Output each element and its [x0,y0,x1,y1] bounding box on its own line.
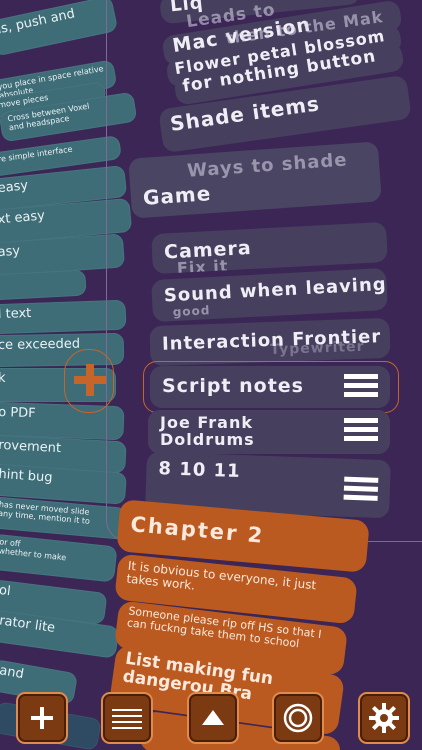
hamburger-icon[interactable] [344,374,378,406]
ghost-label: Ways to shade [186,149,349,182]
target-button[interactable] [272,692,324,744]
card-joe-frank[interactable]: Joe Frank Doldrums [148,410,390,454]
hamburger-icon[interactable] [343,476,379,510]
add-button[interactable] [16,692,68,744]
card-script-notes[interactable]: Script notes [150,366,390,408]
up-button[interactable] [187,692,239,744]
plus-icon [72,362,108,398]
card-joe-frank-label: Joe Frank Doldrums [160,413,255,449]
canvas[interactable]: ls, push and you place in space relative… [0,0,422,750]
bottom-toolbar [0,688,422,750]
card-script-notes-label: Script notes [162,375,304,397]
card-game-label: Game [142,181,212,210]
list-button[interactable] [101,692,153,744]
triangle-up-icon [202,710,224,725]
hamburger-icon[interactable] [344,418,378,450]
gear-icon [369,703,399,733]
plus-icon [31,707,53,729]
card-interaction-frontier[interactable]: Interaction Frontier Typewriter [149,317,391,367]
left-card[interactable]: ls, push and [0,0,119,57]
card-8-10-11-label: 8 10 11 [158,458,241,483]
left-card[interactable]: or off whether to make [0,533,118,583]
ghost-label: good [172,303,211,320]
hamburger-icon [112,709,142,729]
settings-button[interactable] [358,692,410,744]
card-sound-label: Sound when leaving [163,273,388,307]
left-card[interactable] [0,269,87,301]
chapter-title: Chapter 2 [129,512,266,548]
ghost-label: Typewriter [270,338,365,358]
concentric-circle-icon [283,703,313,733]
